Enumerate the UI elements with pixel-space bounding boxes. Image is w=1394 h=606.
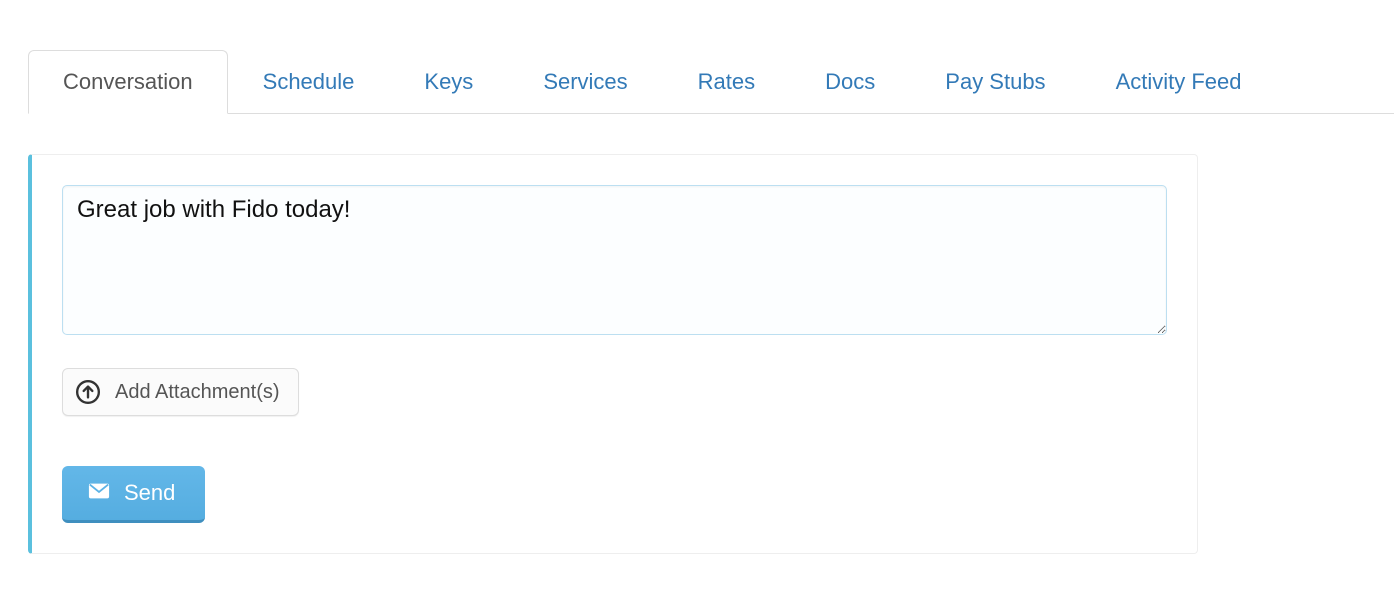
tab-pay-stubs[interactable]: Pay Stubs [910, 50, 1080, 114]
tab-docs[interactable]: Docs [790, 50, 910, 114]
tab-activity-feed[interactable]: Activity Feed [1081, 50, 1277, 114]
send-label: Send [124, 480, 175, 506]
add-attachment-label: Add Attachment(s) [115, 381, 280, 404]
tab-schedule[interactable]: Schedule [228, 50, 390, 114]
upload-circle-icon [75, 379, 101, 405]
add-attachment-button[interactable]: Add Attachment(s) [62, 368, 299, 416]
send-button[interactable]: Send [62, 466, 205, 523]
envelope-icon [88, 480, 110, 506]
tab-services[interactable]: Services [508, 50, 662, 114]
tabs-nav: Conversation Schedule Keys Services Rate… [28, 50, 1394, 114]
tab-rates[interactable]: Rates [663, 50, 790, 114]
compose-panel: Add Attachment(s) Send [28, 154, 1198, 554]
tab-keys[interactable]: Keys [389, 50, 508, 114]
message-textarea[interactable] [62, 185, 1167, 335]
tab-conversation[interactable]: Conversation [28, 50, 228, 114]
